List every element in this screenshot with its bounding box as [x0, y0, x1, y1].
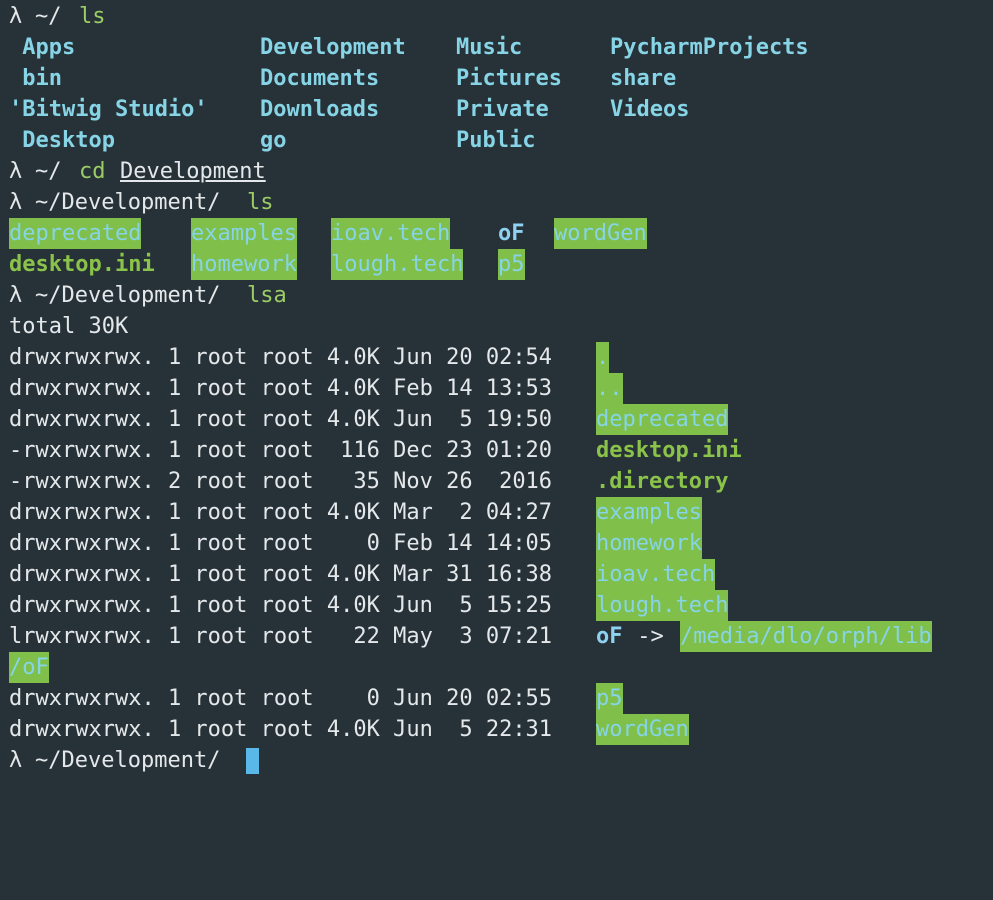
prompt-line[interactable]: λ ~/Development/ [0, 745, 259, 776]
file-meta: drwxrwxrwx. 1 root root 4.0K Mar 31 16:3… [9, 562, 566, 587]
prompt-cwd: ~/Development/ [35, 190, 221, 215]
prompt-symbol: λ [9, 159, 23, 184]
ls-output-row: deprecated examples ioav.tech oF wordGen [0, 218, 647, 249]
lsa-row: drwxrwxrwx. 1 root root 4.0K Feb 14 13:5… [0, 373, 623, 404]
ls-entry: Videos [610, 97, 690, 122]
ls-entry: bin [9, 66, 62, 91]
lsa-row: drwxrwxrwx. 1 root root 4.0K Jun 20 02:5… [0, 342, 610, 373]
ls-entry: Documents [260, 66, 380, 91]
prompt-symbol: λ [9, 4, 23, 29]
prompt-line: λ ~/ ls [0, 1, 106, 32]
file-meta: lrwxrwxrwx. 1 root root 22 May 3 07:21 [9, 624, 566, 649]
file-meta: drwxrwxrwx. 1 root root 4.0K Jun 20 02:5… [9, 345, 566, 370]
ls-entry: share [610, 66, 677, 91]
file-meta: drwxrwxrwx. 1 root root 4.0K Feb 14 13:5… [9, 376, 566, 401]
file-meta: -rwxrwxrwx. 2 root root 35 Nov 26 2016 [9, 469, 566, 494]
file-meta: drwxrwxrwx. 1 root root 4.0K Jun 5 22:31 [9, 717, 566, 742]
file-meta: drwxrwxrwx. 1 root root 0 Feb 14 14:05 [9, 531, 566, 556]
file-meta: drwxrwxrwx. 1 root root 4.0K Jun 5 19:50 [9, 407, 566, 432]
file-meta: drwxrwxrwx. 1 root root 0 Jun 20 02:55 [9, 686, 566, 711]
prompt-cwd: ~/ [35, 159, 62, 184]
symlink-name: oF [596, 624, 623, 649]
ls-entry: Music [456, 35, 523, 60]
ls-output-row: desktop.ini homework lough.tech p5 [0, 249, 525, 280]
lsa-row-wrap: /oF [0, 652, 53, 683]
ls-entry: lough.tech [331, 249, 464, 280]
ls-entry: go [260, 128, 287, 153]
ls-entry: oF [498, 221, 525, 246]
prompt-symbol: λ [9, 283, 23, 308]
command: ls [247, 190, 274, 215]
ls-entry: Apps [9, 35, 76, 60]
prompt-line: λ ~/Development/ ls [0, 187, 274, 218]
ls-output-row: Apps Development Music PycharmProjects [0, 32, 808, 63]
file-name: . [596, 342, 610, 373]
file-name: desktop.ini [596, 438, 742, 463]
ls-entry: Public [456, 128, 536, 153]
lsa-row: drwxrwxrwx. 1 root root 0 Jun 20 02:55 p… [0, 683, 623, 714]
file-meta: -rwxrwxrwx. 1 root root 116 Dec 23 01:20 [9, 438, 566, 463]
terminal-window[interactable]: λ ~/ ls Apps Development Music PycharmPr… [0, 0, 993, 809]
file-name: wordGen [596, 714, 689, 745]
lsa-row: -rwxrwxrwx. 1 root root 116 Dec 23 01:20… [0, 435, 742, 466]
prompt-line: λ ~/Development/ lsa [0, 280, 287, 311]
file-name: lough.tech [596, 590, 729, 621]
symlink-target-wrap: /oF [9, 652, 49, 683]
lsa-row: -rwxrwxrwx. 2 root root 35 Nov 26 2016 .… [0, 466, 728, 497]
ls-entry: PycharmProjects [610, 35, 809, 60]
command: cd [79, 159, 106, 184]
ls-entry: Pictures [456, 66, 562, 91]
file-name: .. [596, 373, 623, 404]
file-name: homework [596, 528, 702, 559]
prompt-line: λ ~/ cd Development [0, 156, 266, 187]
ls-output-row: Desktop go Public [0, 125, 535, 156]
file-name: deprecated [596, 404, 729, 435]
total-size: total 30K [9, 314, 129, 339]
ls-entry: p5 [498, 249, 525, 280]
file-name: p5 [596, 683, 623, 714]
ls-entry: wordGen [554, 218, 647, 249]
text-cursor[interactable] [246, 748, 259, 774]
lsa-row: drwxrwxrwx. 1 root root 4.0K Jun 5 15:25… [0, 590, 729, 621]
prompt-symbol: λ [9, 748, 23, 773]
ls-entry: 'Bitwig Studio' [9, 97, 208, 122]
prompt-cwd: ~/Development/ [35, 748, 221, 773]
ls-entry: desktop.ini [9, 252, 155, 277]
prompt-cwd: ~/ [35, 4, 62, 29]
file-meta: drwxrwxrwx. 1 root root 4.0K Mar 2 04:27 [9, 500, 566, 525]
prompt-cwd: ~/Development/ [35, 283, 221, 308]
file-name: examples [596, 497, 702, 528]
ls-output-row: bin Documents Pictures share [0, 63, 676, 94]
ls-entry: homework [191, 249, 297, 280]
total-line: total 30K [0, 311, 128, 342]
command: ls [79, 4, 106, 29]
lsa-row: lrwxrwxrwx. 1 root root 22 May 3 07:21 o… [0, 621, 932, 652]
file-meta: drwxrwxrwx. 1 root root 4.0K Jun 5 15:25 [9, 593, 566, 618]
ls-entry: deprecated [9, 218, 142, 249]
lsa-row: drwxrwxrwx. 1 root root 4.0K Jun 5 19:50… [0, 404, 729, 435]
lsa-row: drwxrwxrwx. 1 root root 4.0K Mar 31 16:3… [0, 559, 716, 590]
file-name: ioav.tech [596, 559, 716, 590]
lsa-row: drwxrwxrwx. 1 root root 4.0K Jun 5 22:31… [0, 714, 689, 745]
symlink-target: /media/dlo/orph/lib [680, 621, 932, 652]
ls-entry: examples [191, 218, 297, 249]
prompt-symbol: λ [9, 190, 23, 215]
ls-output-row: 'Bitwig Studio' Downloads Private Videos [0, 94, 689, 125]
command-argument: Development [120, 159, 266, 184]
command: lsa [247, 283, 287, 308]
file-name: .directory [596, 469, 729, 494]
ls-entry: Private [456, 97, 549, 122]
ls-entry: ioav.tech [331, 218, 451, 249]
ls-entry: Development [260, 35, 406, 60]
ls-entry: Downloads [260, 97, 380, 122]
ls-entry: Desktop [9, 128, 115, 153]
lsa-row: drwxrwxrwx. 1 root root 4.0K Mar 2 04:27… [0, 497, 702, 528]
lsa-row: drwxrwxrwx. 1 root root 0 Feb 14 14:05 h… [0, 528, 702, 559]
symlink-arrow: -> [624, 624, 677, 649]
